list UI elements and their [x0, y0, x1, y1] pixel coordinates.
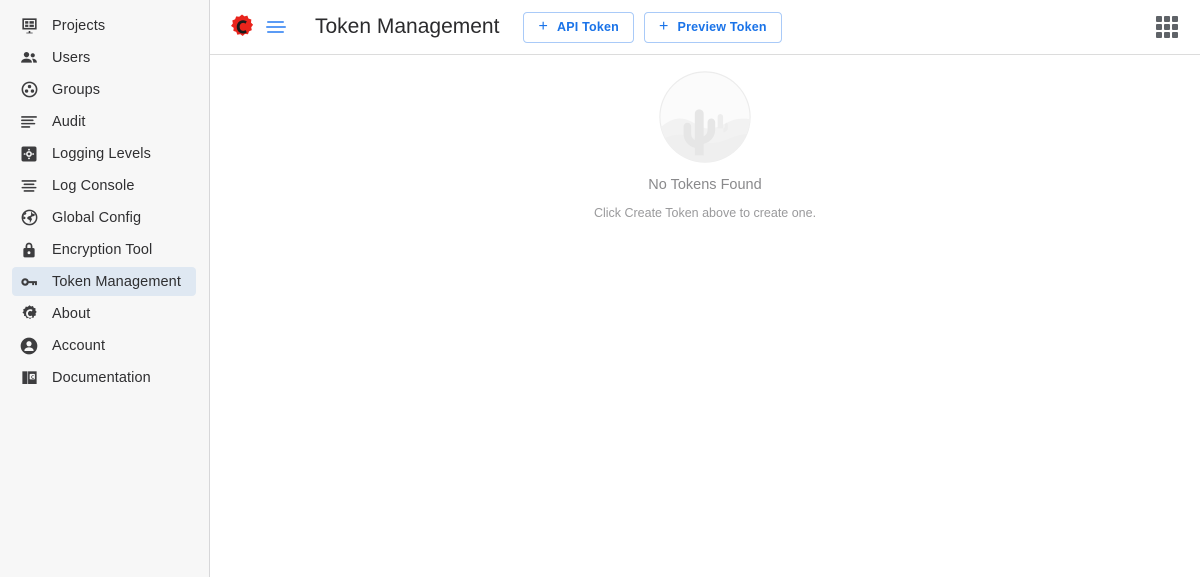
sidebar-item-label: About [52, 305, 91, 322]
sidebar-item-users[interactable]: Users [12, 43, 196, 72]
apps-grid-dot [1172, 16, 1178, 22]
sidebar-item-encryption-tool[interactable]: Encryption Tool [12, 235, 196, 264]
apps-grid-dot [1172, 24, 1178, 30]
sidebar-item-label: Groups [52, 81, 101, 98]
key-icon [18, 271, 40, 293]
sidebar-item-token-management[interactable]: Token Management [12, 267, 196, 296]
apps-grid-icon[interactable] [1156, 16, 1178, 38]
app-root: Projects Users Groups Audit Logging Leve… [0, 0, 1200, 577]
sidebar-item-label: Log Console [52, 177, 135, 194]
sidebar-item-label: Encryption Tool [52, 241, 153, 258]
empty-state-title: No Tokens Found [648, 177, 762, 193]
sidebar-item-label: Users [52, 49, 91, 66]
sidebar-item-account[interactable]: Account [12, 331, 196, 360]
apps-grid-dot [1164, 16, 1170, 22]
globe-icon [18, 207, 40, 229]
apps-grid-dot [1164, 32, 1170, 38]
hamburger-line [266, 26, 286, 28]
sidebar-item-label: Account [52, 337, 106, 354]
empty-state-subtitle: Click Create Token above to create one. [593, 206, 817, 220]
audit-icon [18, 111, 40, 133]
hamburger-menu-icon[interactable] [264, 15, 288, 39]
groups-icon [18, 79, 40, 101]
log-console-icon [18, 175, 40, 197]
sidebar-item-label: Logging Levels [52, 145, 151, 162]
apps-grid-dot [1172, 32, 1178, 38]
conductor-gear-logo [228, 13, 256, 41]
sidebar-item-label: Global Config [52, 209, 142, 226]
sidebar-item-documentation[interactable]: Documentation [12, 363, 196, 392]
preview-token-button-label: Preview Token [677, 20, 767, 34]
sidebar-item-groups[interactable]: Groups [12, 75, 196, 104]
apps-grid-dot [1164, 24, 1170, 30]
plus-icon: + [538, 18, 548, 35]
preview-token-button[interactable]: + Preview Token [644, 11, 782, 43]
account-circle-icon [18, 335, 40, 357]
empty-state-container: No Tokens Found Click Create Token above… [210, 55, 1200, 577]
sidebar-item-logging-levels[interactable]: Logging Levels [12, 139, 196, 168]
sidebar-item-about[interactable]: About [12, 299, 196, 328]
sidebar-item-label: Projects [52, 17, 106, 34]
book-icon [18, 367, 40, 389]
apps-grid-dot [1156, 16, 1162, 22]
sidebar-item-audit[interactable]: Audit [12, 107, 196, 136]
desert-cactus-illustration [657, 69, 753, 165]
users-icon [18, 47, 40, 69]
sidebar-item-global-config[interactable]: Global Config [12, 203, 196, 232]
apps-grid-dot [1156, 32, 1162, 38]
apps-grid-dot [1156, 24, 1162, 30]
api-token-button-label: API Token [557, 20, 619, 34]
projects-icon [18, 15, 40, 37]
sidebar-item-projects[interactable]: Projects [12, 11, 196, 40]
plus-icon: + [659, 18, 669, 35]
main-area: Token Management + API Token + Preview T… [210, 0, 1200, 577]
sidebar: Projects Users Groups Audit Logging Leve… [0, 0, 210, 577]
top-header: Token Management + API Token + Preview T… [210, 0, 1200, 55]
hamburger-line [267, 21, 284, 23]
hamburger-line [267, 31, 284, 33]
sidebar-item-log-console[interactable]: Log Console [12, 171, 196, 200]
logging-levels-icon [18, 143, 40, 165]
sidebar-item-label: Token Management [52, 273, 181, 290]
gear-c-icon [18, 303, 40, 325]
page-title: Token Management [315, 15, 500, 38]
sidebar-item-label: Audit [52, 113, 86, 130]
api-token-button[interactable]: + API Token [523, 11, 634, 43]
lock-icon [18, 239, 40, 261]
sidebar-item-label: Documentation [52, 369, 151, 386]
